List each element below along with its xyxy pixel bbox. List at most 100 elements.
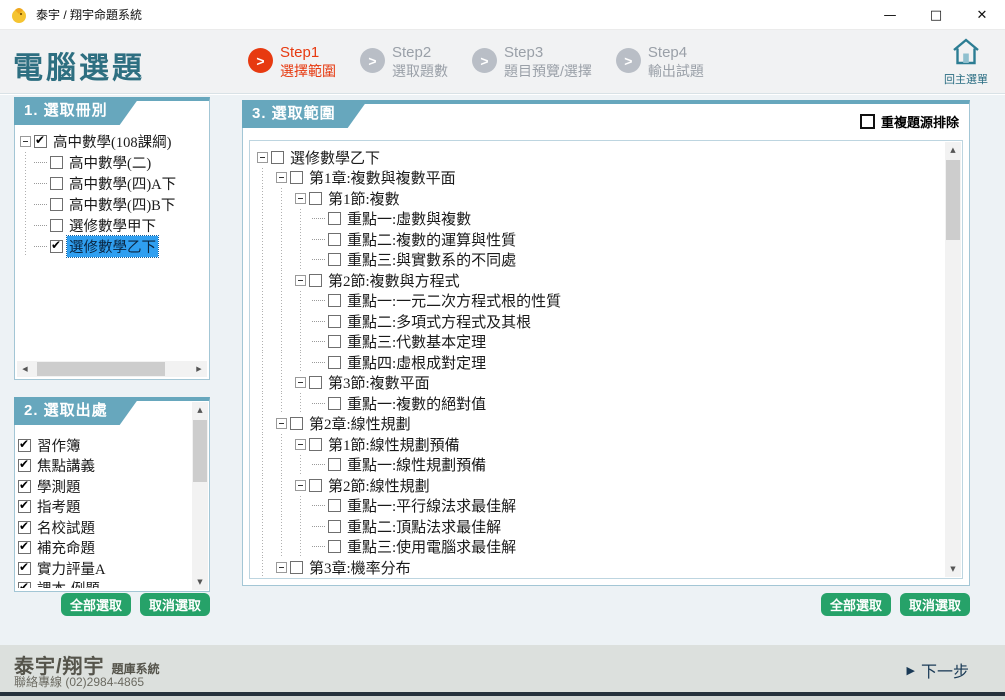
checkbox[interactable] (328, 335, 341, 348)
tree-item[interactable]: 重點三:與實數系的不同處 (255, 250, 940, 271)
tree-collapse-icon[interactable] (295, 193, 306, 204)
checkbox[interactable] (18, 562, 31, 575)
scroll-up-arrow[interactable]: ▲ (192, 402, 208, 418)
checkbox[interactable] (50, 240, 63, 253)
tree-collapse-icon[interactable] (20, 136, 31, 147)
tree-collapse-icon[interactable] (276, 562, 287, 573)
tree-item-label[interactable]: 第3節:複數平面 (326, 372, 432, 393)
horizontal-scrollbar[interactable]: ◀ ▶ (17, 361, 207, 377)
tree-item-label[interactable]: 高中數學(二) (67, 152, 153, 173)
tree-item-label[interactable]: 第2節:線性規劃 (326, 475, 432, 496)
list-item-label[interactable]: 焦點講義 (35, 455, 97, 476)
tree-item[interactable]: 重點三:代數基本定理 (255, 332, 940, 353)
deselect-all-button[interactable]: 取消選取 (140, 593, 210, 616)
tree-collapse-icon[interactable] (295, 275, 306, 286)
tree-item-label[interactable]: 重點二:複數的運算與性質 (345, 229, 518, 250)
checkbox[interactable] (328, 212, 341, 225)
tree-collapse-icon[interactable] (276, 418, 287, 429)
next-step-button[interactable]: ▶ 下一步 (907, 658, 969, 682)
list-item[interactable]: 焦點講義 (18, 456, 189, 477)
tree-item-label[interactable]: 選修數學甲下 (67, 215, 158, 236)
checkbox[interactable] (18, 480, 31, 493)
tree-item[interactable]: 選修數學乙下 (18, 236, 206, 257)
tree-item-label[interactable]: 第1章:複數與複數平面 (307, 167, 458, 188)
scrollbar-track[interactable] (945, 158, 961, 561)
tree-item[interactable]: 第1節:複數 (255, 188, 940, 209)
list-item-label[interactable]: 指考題 (35, 496, 83, 517)
tree-item[interactable]: 重點二:頂點法求最佳解 (255, 516, 940, 537)
checkbox[interactable] (328, 233, 341, 246)
tree-item[interactable]: 第2節:複數與方程式 (255, 270, 940, 291)
tree-item-label[interactable]: 重點一:線性規劃預備 (345, 454, 488, 475)
checkbox[interactable] (328, 294, 341, 307)
tree-item-label[interactable]: 重點一:虛數與複數 (345, 208, 473, 229)
list-item[interactable]: 補充命題 (18, 538, 189, 559)
scroll-down-arrow[interactable]: ▼ (945, 561, 961, 577)
checkbox[interactable] (309, 376, 322, 389)
tree-item-label[interactable]: 高中數學(四)B下 (67, 194, 177, 215)
list-item-label[interactable]: 習作簿 (35, 435, 83, 456)
scroll-left-arrow[interactable]: ◀ (17, 361, 33, 377)
checkbox[interactable] (18, 459, 31, 472)
tree-item[interactable]: 第3章:機率分布 (255, 557, 940, 576)
checkbox[interactable] (328, 356, 341, 369)
checkbox[interactable] (309, 479, 322, 492)
tree-item[interactable]: 重點二:複數的運算與性質 (255, 229, 940, 250)
tree-item[interactable]: 第2節:線性規劃 (255, 475, 940, 496)
tree-item-label[interactable]: 第2節:複數與方程式 (326, 270, 462, 291)
tree-item-label[interactable]: 重點二:多項式方程式及其根 (345, 311, 533, 332)
tree-collapse-icon[interactable] (295, 377, 306, 388)
tree-item[interactable]: 重點一:一元二次方程式根的性質 (255, 291, 940, 312)
checkbox[interactable] (18, 582, 31, 588)
checkbox[interactable] (860, 114, 875, 129)
tree-item[interactable]: 選修數學乙下 (255, 147, 940, 168)
tree-item-label[interactable]: 高中數學(四)A下 (67, 173, 178, 194)
checkbox[interactable] (328, 540, 341, 553)
minimize-button[interactable]: — (867, 0, 913, 30)
checkbox[interactable] (309, 274, 322, 287)
list-item[interactable]: 名校試題 (18, 517, 189, 538)
tree-item-label[interactable]: 高中數學(108課綱) (51, 131, 173, 152)
checkbox[interactable] (309, 192, 322, 205)
checkbox[interactable] (271, 151, 284, 164)
list-item-label[interactable]: 補充命題 (35, 537, 97, 558)
checkbox[interactable] (290, 417, 303, 430)
select-all-button[interactable]: 全部選取 (61, 593, 131, 616)
vertical-scrollbar[interactable]: ▲ ▼ (192, 402, 208, 590)
scrollbar-thumb[interactable] (193, 420, 207, 482)
tree-item[interactable]: 第2章:線性規劃 (255, 414, 940, 435)
tree-item[interactable]: 高中數學(四)A下 (18, 173, 206, 194)
scroll-right-arrow[interactable]: ▶ (191, 361, 207, 377)
list-item-label[interactable]: 課本-例題 (35, 578, 102, 588)
tree-collapse-icon[interactable] (276, 172, 287, 183)
scroll-up-arrow[interactable]: ▲ (945, 142, 961, 158)
list-item[interactable]: 實力評量A (18, 558, 189, 579)
tree-item-label[interactable]: 重點四:虛根成對定理 (345, 352, 488, 373)
vertical-scrollbar[interactable]: ▲ ▼ (945, 142, 961, 577)
tree-item[interactable]: 重點一:複數的絕對值 (255, 393, 940, 414)
checkbox[interactable] (290, 171, 303, 184)
checkbox[interactable] (328, 315, 341, 328)
list-item-label[interactable]: 實力評量A (35, 558, 107, 579)
scrollbar-track[interactable] (33, 361, 191, 377)
tree-item-label[interactable]: 第3章:機率分布 (307, 557, 413, 576)
list-item[interactable]: 學測題 (18, 476, 189, 497)
checkbox[interactable] (50, 177, 63, 190)
scrollbar-thumb[interactable] (37, 362, 165, 376)
checkbox[interactable] (18, 439, 31, 452)
tree-item-label[interactable]: 重點一:平行線法求最佳解 (345, 495, 518, 516)
tree-item-label[interactable]: 選修數學乙下 (288, 147, 382, 168)
checkbox[interactable] (50, 198, 63, 211)
list-item-label[interactable]: 學測題 (35, 476, 83, 497)
list-item[interactable]: 習作簿 (18, 435, 189, 456)
checkbox[interactable] (50, 219, 63, 232)
scrollbar-track[interactable] (192, 418, 208, 574)
tree-item[interactable]: 第1章:複數與複數平面 (255, 168, 940, 189)
tree-item[interactable]: 重點三:使用電腦求最佳解 (255, 537, 940, 558)
tree-item-label[interactable]: 第1節:複數 (326, 188, 402, 209)
tree-item-label[interactable]: 重點三:代數基本定理 (345, 331, 488, 352)
checkbox[interactable] (18, 521, 31, 534)
tree-item-label[interactable]: 第2章:線性規劃 (307, 413, 413, 434)
checkbox[interactable] (328, 520, 341, 533)
deselect-all-button[interactable]: 取消選取 (900, 593, 970, 616)
